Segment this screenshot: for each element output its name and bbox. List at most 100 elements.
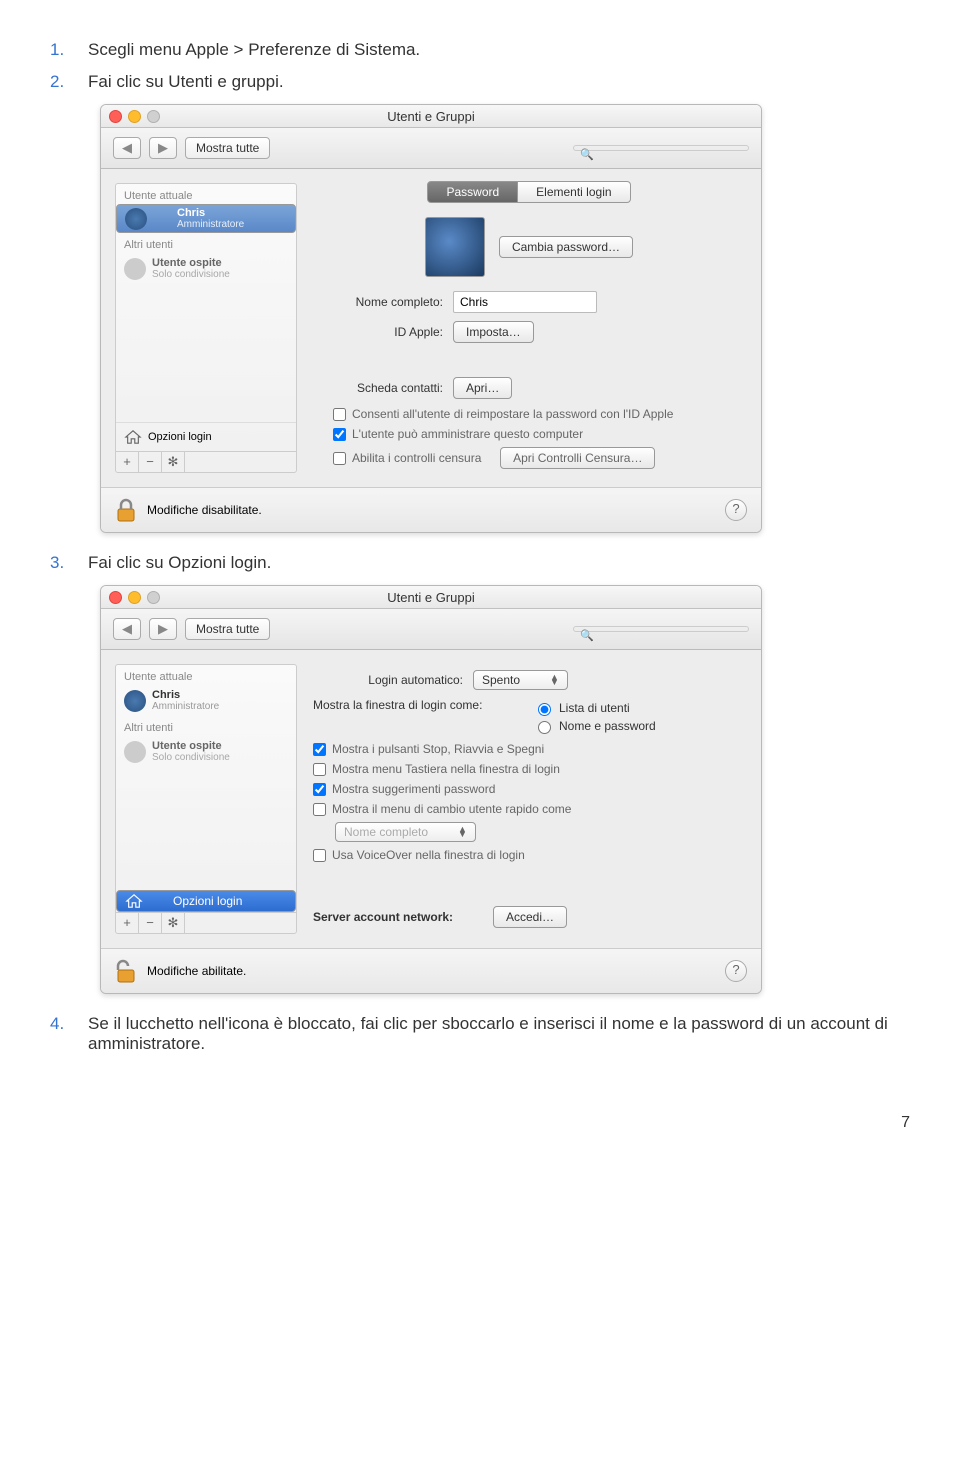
tab-login-items[interactable]: Elementi login	[518, 181, 630, 203]
footer-text: Modifiche disabilitate.	[147, 503, 262, 517]
search-icon: 🔍	[580, 629, 594, 642]
search-icon: 🔍	[580, 148, 594, 161]
radio-namepw[interactable]	[538, 721, 551, 734]
avatar-icon	[124, 258, 146, 280]
avatar-icon	[125, 208, 147, 230]
sidebar-user-guest[interactable]: Utente ospiteSolo condivisione	[116, 736, 296, 767]
change-password-button[interactable]: Cambia password…	[499, 236, 633, 258]
radio-label: Nome e password	[559, 719, 656, 733]
auto-login-select[interactable]: Spento▲▼	[473, 670, 568, 690]
window-title: Utenti e Gruppi	[101, 109, 761, 124]
fullname-input[interactable]	[453, 291, 597, 313]
user-role: Amministratore	[152, 701, 219, 712]
gear-button[interactable]: ✻	[162, 452, 185, 472]
sidebar-footer: + − ✻	[116, 451, 296, 472]
user-role: Amministratore	[177, 219, 244, 230]
contact-button[interactable]: Apri…	[453, 377, 512, 399]
user-name: Utente ospite	[152, 257, 230, 269]
gear-button[interactable]: ✻	[162, 913, 185, 933]
remove-button[interactable]: −	[139, 913, 162, 933]
window-title: Utenti e Gruppi	[101, 590, 761, 605]
users-groups-window-2: Utenti e Gruppi ◀ ▶ Mostra tutte 🔍 Utente…	[100, 585, 762, 994]
user-name: Chris	[177, 207, 244, 219]
step-text: Fai clic su Utenti e gruppi.	[88, 72, 284, 92]
remove-button[interactable]: −	[139, 452, 162, 472]
unlock-icon[interactable]	[115, 958, 137, 984]
help-button[interactable]: ?	[725, 499, 747, 521]
checkbox-label: Mostra menu Tastiera nella finestra di l…	[332, 762, 560, 776]
user-role: Solo condivisione	[152, 269, 230, 280]
avatar-icon	[124, 741, 146, 763]
server-button[interactable]: Accedi…	[493, 906, 567, 928]
main-panel: Password Elementi login Cambia password……	[297, 169, 761, 487]
window-footer: Modifiche abilitate. ?	[101, 948, 761, 993]
keyboard-menu-checkbox[interactable]	[313, 763, 326, 776]
sidebar-user-current[interactable]: ChrisAmministratore	[116, 685, 296, 716]
back-button[interactable]: ◀	[113, 137, 141, 159]
show-all-button[interactable]: Mostra tutte	[185, 618, 270, 640]
titlebar: Utenti e Gruppi	[101, 586, 761, 609]
fullname-label: Nome completo:	[313, 295, 443, 309]
forward-button[interactable]: ▶	[149, 618, 177, 640]
window-footer: Modifiche disabilitate. ?	[101, 487, 761, 532]
appleid-button[interactable]: Imposta…	[453, 321, 534, 343]
chevron-icon: ▲▼	[458, 827, 467, 838]
step-num: 3.	[50, 553, 72, 573]
checkbox-label: L'utente può amministrare questo compute…	[352, 427, 583, 441]
show-buttons-checkbox[interactable]	[313, 743, 326, 756]
step-num: 1.	[50, 40, 72, 60]
back-button[interactable]: ◀	[113, 618, 141, 640]
checkbox-label: Mostra il menu di cambio utente rapido c…	[332, 802, 571, 816]
appleid-label: ID Apple:	[313, 325, 443, 339]
lock-icon[interactable]	[115, 497, 137, 523]
toolbar: ◀ ▶ Mostra tutte 🔍	[101, 609, 761, 650]
avatar-icon	[124, 690, 146, 712]
reset-password-checkbox[interactable]	[333, 408, 346, 421]
tab-password[interactable]: Password	[427, 181, 518, 203]
censor-button[interactable]: Apri Controlli Censura…	[500, 447, 655, 469]
page-number: 7	[50, 1114, 910, 1132]
fast-switch-checkbox[interactable]	[313, 803, 326, 816]
forward-button[interactable]: ▶	[149, 137, 177, 159]
sidebar-heading: Altri utenti	[116, 716, 296, 736]
step-text: Scegli menu Apple > Preferenze di Sistem…	[88, 40, 420, 60]
voiceover-checkbox[interactable]	[313, 849, 326, 862]
add-button[interactable]: +	[116, 452, 139, 472]
search-input[interactable]: 🔍	[573, 626, 749, 632]
fast-switch-select[interactable]: Nome completo▲▼	[335, 822, 476, 842]
users-groups-window-1: Utenti e Gruppi ◀ ▶ Mostra tutte 🔍 Utente…	[100, 104, 762, 533]
step-num: 4.	[50, 1014, 72, 1054]
sidebar-user-current[interactable]: ChrisAmministratore	[116, 204, 296, 233]
sidebar: Utente attuale ChrisAmministratore Altri…	[115, 183, 297, 473]
checkbox-label: Usa VoiceOver nella finestra di login	[332, 848, 525, 862]
sidebar: Utente attuale ChrisAmministratore Altri…	[115, 664, 297, 934]
hints-checkbox[interactable]	[313, 783, 326, 796]
auto-login-label: Login automatico:	[313, 673, 463, 687]
radio-label: Lista di utenti	[559, 701, 630, 715]
admin-checkbox[interactable]	[333, 428, 346, 441]
contact-label: Scheda contatti:	[313, 381, 443, 395]
footer-text: Modifiche abilitate.	[147, 964, 246, 978]
home-icon	[125, 893, 143, 909]
login-options[interactable]: Opzioni login	[116, 422, 296, 451]
show-all-button[interactable]: Mostra tutte	[185, 137, 270, 159]
chevron-icon: ▲▼	[550, 675, 559, 686]
checkbox-label: Abilita i controlli censura	[352, 451, 481, 465]
step-num: 2.	[50, 72, 72, 92]
sidebar-heading: Utente attuale	[116, 184, 296, 204]
login-options-label: Opzioni login	[173, 894, 242, 908]
login-options[interactable]: Opzioni login	[116, 890, 296, 912]
add-button[interactable]: +	[116, 913, 139, 933]
titlebar: Utenti e Gruppi	[101, 105, 761, 128]
user-picture[interactable]	[425, 217, 485, 277]
censor-checkbox[interactable]	[333, 452, 346, 465]
step-text: Fai clic su Opzioni login.	[88, 553, 271, 573]
sidebar-user-guest[interactable]: Utente ospiteSolo condivisione	[116, 253, 296, 284]
server-label: Server account network:	[313, 910, 483, 924]
checkbox-label: Mostra i pulsanti Stop, Riavvia e Spegni	[332, 742, 544, 756]
search-input[interactable]: 🔍	[573, 145, 749, 151]
home-icon	[124, 429, 142, 445]
radio-userlist[interactable]	[538, 703, 551, 716]
help-button[interactable]: ?	[725, 960, 747, 982]
user-name: Utente ospite	[152, 740, 230, 752]
